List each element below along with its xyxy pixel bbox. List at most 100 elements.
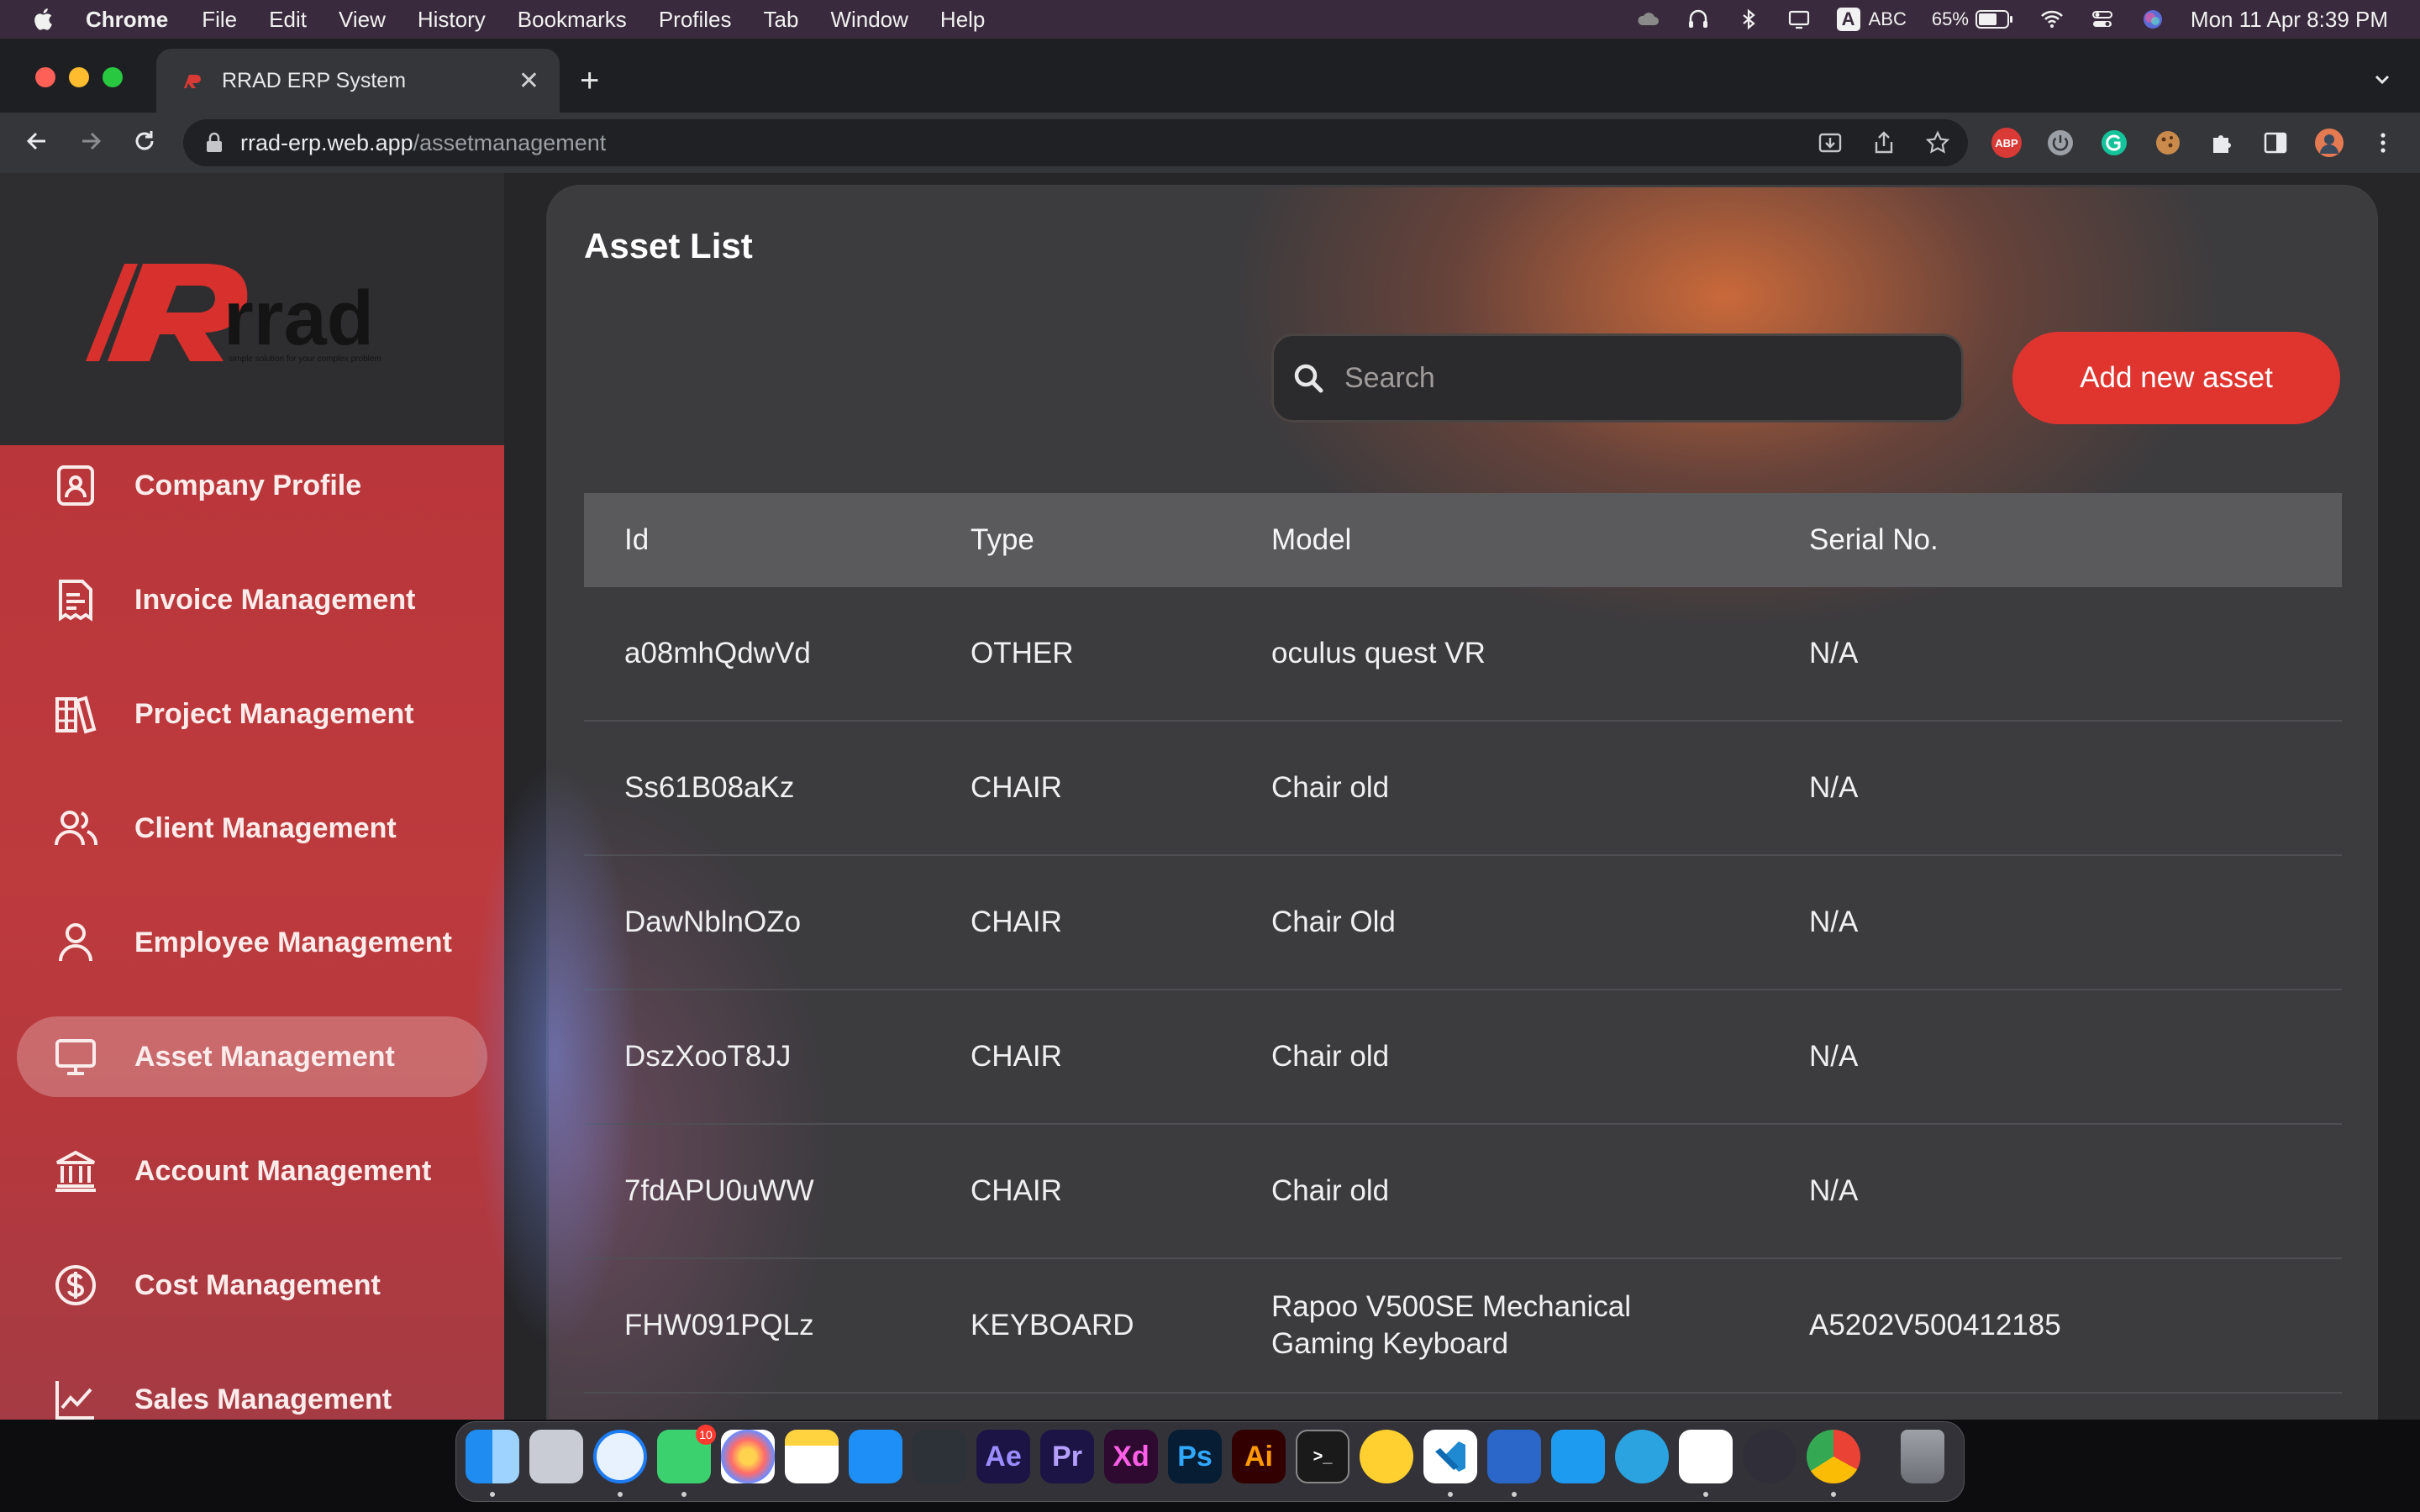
profile-avatar[interactable] xyxy=(2314,128,2344,158)
menu-view[interactable]: View xyxy=(339,7,386,33)
headphones-icon[interactable] xyxy=(1686,7,1711,32)
asset-list-panel: Asset List Add new asset Id Type Model S… xyxy=(546,185,2378,1420)
tab-close-icon[interactable]: ✕ xyxy=(518,66,539,96)
apple-menu-icon[interactable] xyxy=(32,7,57,32)
bluetooth-icon[interactable] xyxy=(1736,7,1761,32)
after-effects-icon[interactable]: Ae xyxy=(976,1430,1030,1483)
chrome-menu-icon[interactable] xyxy=(2368,128,2398,158)
column-header-model[interactable]: Model xyxy=(1271,522,1708,559)
install-app-icon[interactable] xyxy=(1817,129,1844,156)
photos-icon[interactable] xyxy=(721,1430,775,1483)
cloud-icon[interactable] xyxy=(1635,7,1660,32)
column-header-id[interactable]: Id xyxy=(624,523,649,557)
safari-icon[interactable] xyxy=(593,1430,647,1483)
chrome-icon[interactable] xyxy=(1807,1430,1860,1483)
miro-icon[interactable] xyxy=(1360,1430,1413,1483)
adobe-xd-icon[interactable]: Xd xyxy=(1104,1430,1158,1483)
back-arrow-icon[interactable] xyxy=(22,126,52,156)
messages-icon[interactable]: 10 xyxy=(657,1425,716,1483)
bookmark-star-icon[interactable] xyxy=(1924,129,1951,156)
menu-profiles[interactable]: Profiles xyxy=(659,7,732,33)
table-row[interactable]: DawNblnOZo CHAIR Chair Old N/A xyxy=(584,856,2342,990)
menu-file[interactable]: File xyxy=(202,7,237,33)
add-new-asset-button[interactable]: Add new asset xyxy=(2012,332,2340,424)
search-box[interactable] xyxy=(1271,333,1964,423)
sidebar-item-project-management[interactable]: Project Management xyxy=(17,674,487,754)
rrad-logo[interactable]: rrad simple solution for your complex pr… xyxy=(82,254,427,371)
side-panel-icon[interactable] xyxy=(2260,128,2291,158)
table-row[interactable]: DszXooT8JJ CHAIR Chair old N/A xyxy=(584,990,2342,1125)
new-tab-button[interactable]: + xyxy=(580,64,599,97)
app-store-icon[interactable] xyxy=(849,1430,902,1483)
table-row[interactable]: 7fdAPU0uWW CHAIR Chair old N/A xyxy=(584,1125,2342,1259)
sidebar-item-cost-management[interactable]: Cost Management xyxy=(17,1245,487,1326)
window-zoom-button[interactable] xyxy=(103,67,123,87)
sidebar-item-asset-management[interactable]: Asset Management xyxy=(17,1016,487,1097)
slack-icon[interactable] xyxy=(1679,1430,1733,1483)
battery-indicator[interactable]: 65% xyxy=(1932,8,2014,30)
forward-arrow-icon[interactable] xyxy=(76,126,106,156)
wifi-icon[interactable] xyxy=(2039,7,2065,32)
obs-icon[interactable] xyxy=(1743,1430,1797,1483)
table-row[interactable]: a08mhQdwVd OTHER oculus quest VR N/A xyxy=(584,587,2342,722)
extensions-puzzle-icon[interactable] xyxy=(2207,128,2237,158)
menu-help[interactable]: Help xyxy=(940,7,985,33)
sidebar-item-label: Company Profile xyxy=(134,469,362,501)
sidebar-item-company-profile[interactable]: Company Profile xyxy=(17,445,487,526)
trash-icon[interactable] xyxy=(1901,1430,1944,1483)
input-source-indicator[interactable]: A ABC xyxy=(1836,8,1907,31)
table-row[interactable]: FHW091PQLz KEYBOARD Rapoo V500SE Mechani… xyxy=(584,1259,2342,1394)
menu-window[interactable]: Window xyxy=(830,7,908,33)
menu-bar-clock[interactable]: Mon 11 Apr 8:39 PM xyxy=(2191,7,2388,33)
adblock-extension-icon[interactable]: ABP xyxy=(1991,128,2022,158)
sidebar-item-employee-management[interactable]: Employee Management xyxy=(17,902,487,983)
cell-type: CHAIR xyxy=(971,906,1062,938)
column-header-type[interactable]: Type xyxy=(971,523,1034,557)
column-header-serial[interactable]: Serial No. xyxy=(1809,523,1939,557)
reload-icon[interactable] xyxy=(129,126,160,156)
menu-edit[interactable]: Edit xyxy=(269,7,307,33)
sidebar-item-client-management[interactable]: Client Management xyxy=(17,788,487,869)
cell-model: Chair old xyxy=(1271,771,1390,804)
telegram-icon[interactable] xyxy=(1615,1430,1669,1483)
xcode-icon[interactable] xyxy=(1551,1430,1605,1483)
display-icon[interactable] xyxy=(1786,7,1812,32)
menu-tab[interactable]: Tab xyxy=(764,7,799,33)
cell-serial: N/A xyxy=(1809,906,1859,938)
control-center-icon[interactable] xyxy=(2090,7,2115,32)
search-input[interactable] xyxy=(1344,361,1933,395)
vscode-icon[interactable] xyxy=(1423,1430,1477,1483)
cell-id: FHW091PQLz xyxy=(624,1309,814,1341)
window-minimize-button[interactable] xyxy=(69,67,89,87)
xcode-instruments-icon[interactable] xyxy=(1487,1430,1541,1483)
launchpad-icon[interactable] xyxy=(529,1430,583,1483)
terminal-icon[interactable]: >_ xyxy=(1296,1430,1349,1483)
browser-tab-active[interactable]: RRAD ERP System ✕ xyxy=(156,49,560,113)
table-row[interactable]: Ss61B08aKz CHAIR Chair old N/A xyxy=(584,722,2342,856)
illustrator-icon[interactable]: Ai xyxy=(1232,1430,1286,1483)
power-extension-icon[interactable] xyxy=(2045,128,2075,158)
cookie-extension-icon[interactable] xyxy=(2153,128,2183,158)
sidebar-item-invoice-management[interactable]: Invoice Management xyxy=(17,559,487,640)
rrad-favicon-icon xyxy=(184,75,201,88)
cell-serial: N/A xyxy=(1809,771,1859,804)
window-close-button[interactable] xyxy=(35,67,55,87)
lock-icon[interactable] xyxy=(205,132,224,154)
address-bar[interactable]: rrad-erp.web.app/assetmanagement xyxy=(183,119,1968,166)
siri-icon[interactable] xyxy=(2140,7,2165,32)
vscode-logo-icon xyxy=(1435,1441,1465,1472)
cell-model: Chair Old xyxy=(1271,906,1396,938)
menu-app-name[interactable]: Chrome xyxy=(86,7,168,33)
davinci-resolve-icon[interactable] xyxy=(913,1430,966,1483)
notes-icon[interactable] xyxy=(785,1430,839,1483)
menu-bookmarks[interactable]: Bookmarks xyxy=(518,7,627,33)
photoshop-icon[interactable]: Ps xyxy=(1168,1430,1222,1483)
tab-search-chevron-icon[interactable] xyxy=(2370,67,2395,92)
premiere-pro-icon[interactable]: Pr xyxy=(1040,1430,1094,1483)
grammarly-extension-icon[interactable] xyxy=(2099,128,2129,158)
sidebar-item-account-management[interactable]: Account Management xyxy=(17,1131,487,1211)
share-icon[interactable] xyxy=(1870,129,1897,156)
finder-icon[interactable] xyxy=(466,1430,519,1483)
menu-history[interactable]: History xyxy=(418,7,486,33)
sidebar-item-sales-management[interactable]: Sales Management xyxy=(17,1359,487,1420)
